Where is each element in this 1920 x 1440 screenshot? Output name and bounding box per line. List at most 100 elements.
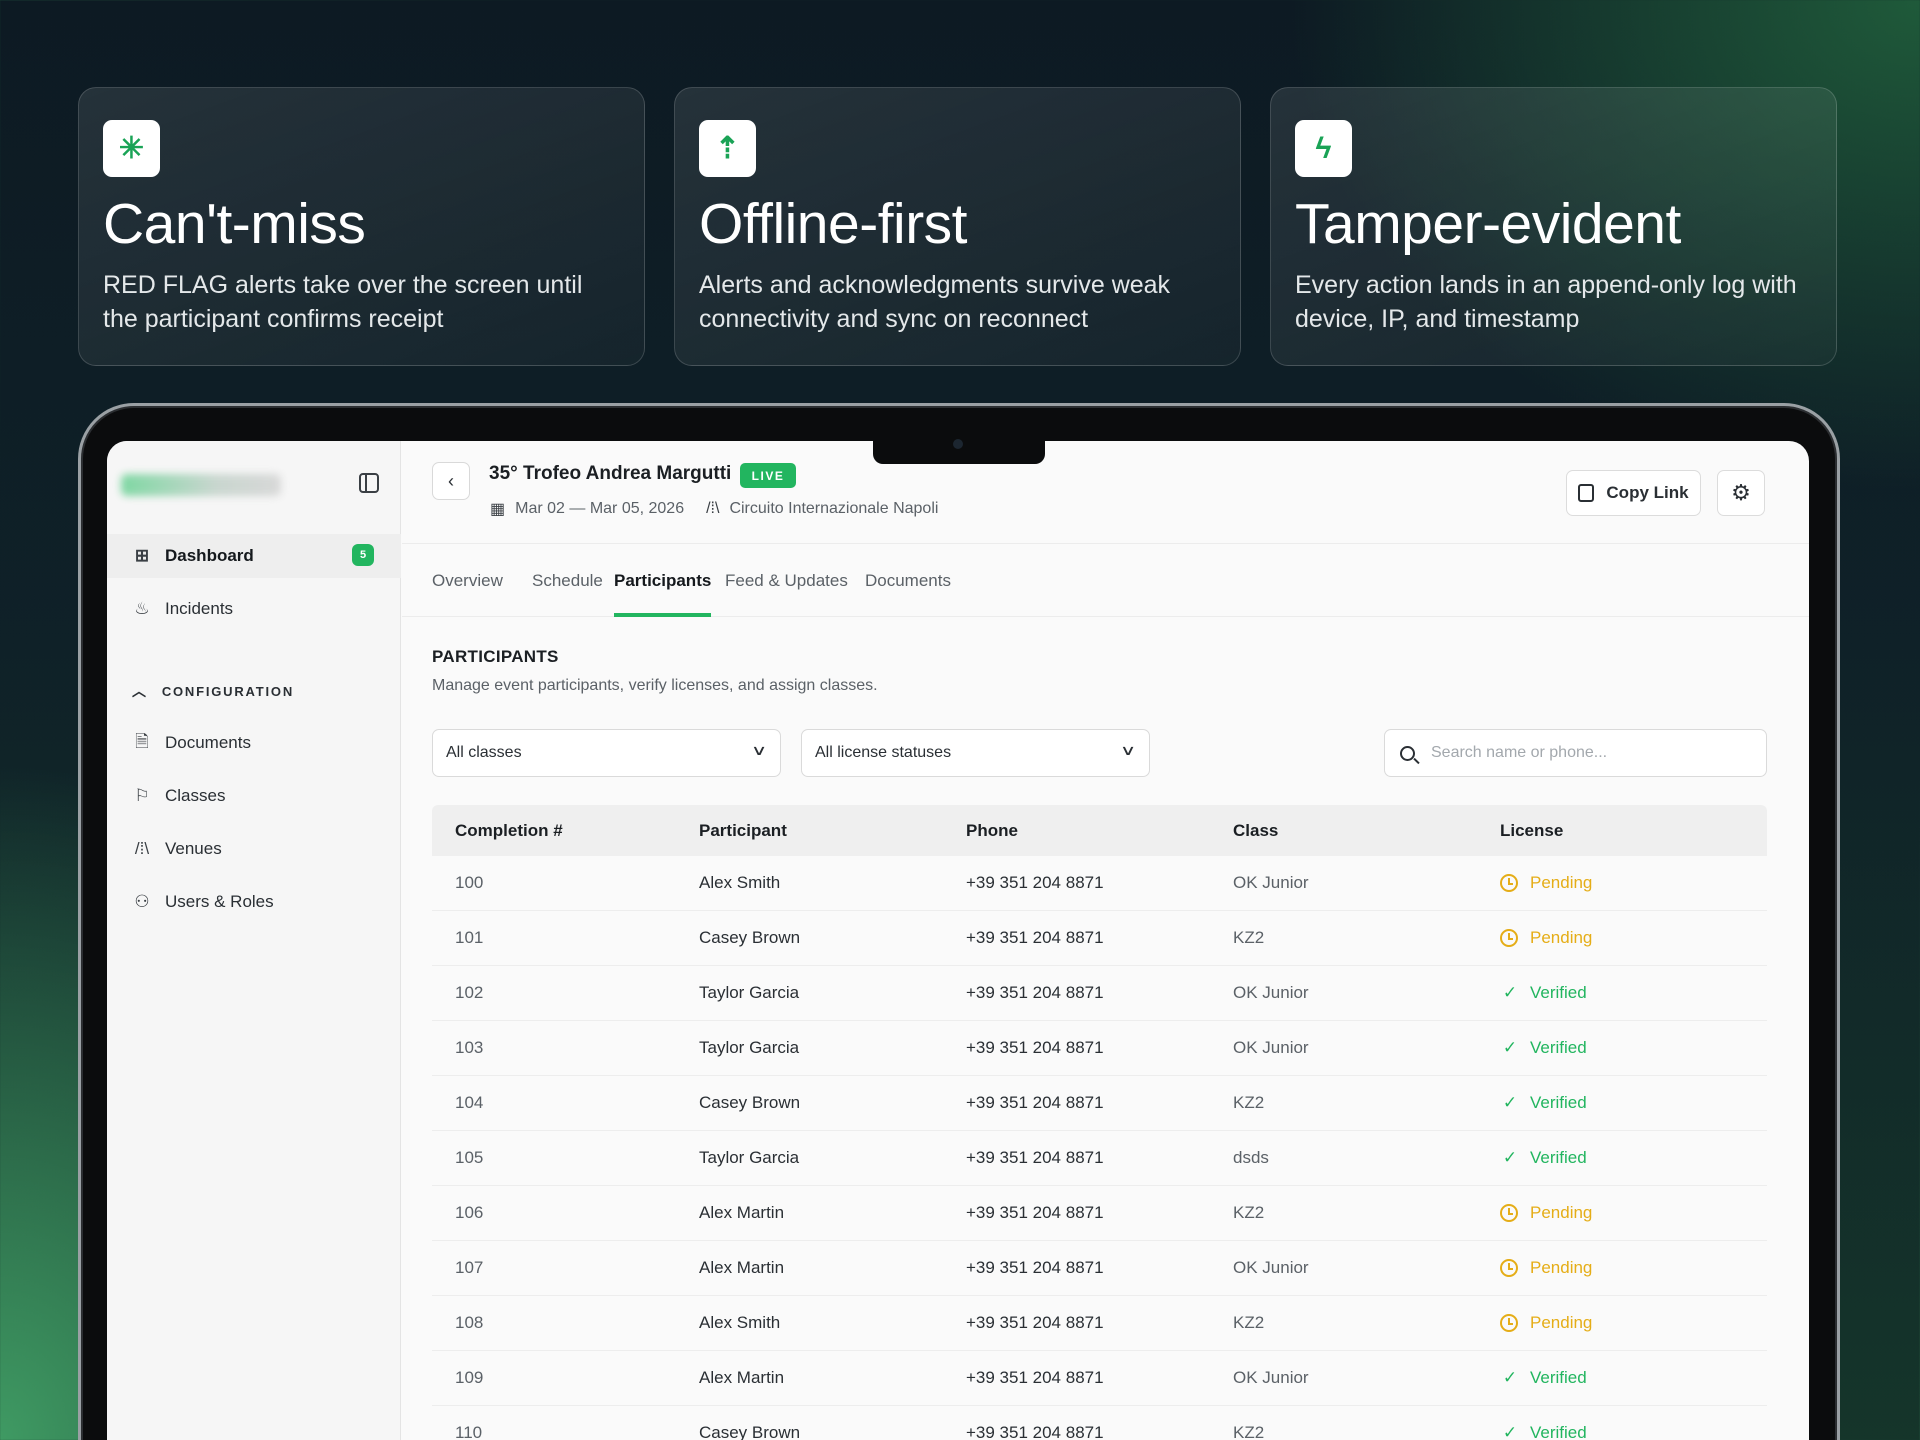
app-screen: ⊞ Dashboard 5 ♨ Incidents ︿ CONFIGURATIO…	[107, 441, 1809, 1440]
sidebar-item-label: Classes	[165, 786, 226, 805]
clock-icon	[1500, 1204, 1518, 1222]
class-cell: KZ2	[1233, 1313, 1265, 1332]
participant-name-cell: Alex Martin	[699, 1203, 785, 1222]
settings-button[interactable]: ⚙	[1717, 470, 1765, 516]
tab-overview[interactable]: Overview	[432, 544, 503, 617]
license-status-label: Verified	[1530, 983, 1587, 1002]
column-header-phone[interactable]: Phone	[966, 821, 1233, 841]
completion-number-cell: 108	[455, 1313, 484, 1332]
tab-participants[interactable]: Participants	[614, 544, 712, 617]
feature-card-offline-first: ⇡ Offline-first Alerts and acknowledgmen…	[674, 87, 1241, 366]
search-input[interactable]: Search name or phone...	[1384, 729, 1767, 777]
completion-number-cell: 102	[455, 983, 484, 1002]
license-status-label: Verified	[1530, 1148, 1587, 1167]
license-status-label: Pending	[1530, 1203, 1593, 1222]
chevron-up-icon: ︿	[132, 683, 148, 699]
table-row[interactable]: 110 Casey Brown +39 351 204 8871 KZ2 ✓ Verifi…	[432, 1406, 1767, 1440]
app-logo	[121, 474, 281, 496]
road-icon: /⁞\	[706, 500, 720, 517]
feature-card-cant-miss: ✳ Can't-miss RED FLAG alerts take over t…	[78, 87, 645, 366]
check-icon: ✓	[1502, 983, 1518, 1002]
completion-number-cell: 105	[455, 1148, 484, 1167]
asterisk-icon: ✳	[103, 120, 160, 177]
participant-name-cell: Alex Martin	[699, 1368, 785, 1387]
gear-icon: ⚙	[1731, 480, 1751, 505]
event-venue: Circuito Internazionale Napoli	[729, 500, 939, 517]
license-status-cell: Pending	[1500, 928, 1767, 948]
bolt-icon: ϟ	[1295, 120, 1352, 177]
calendar-icon: ▦	[490, 501, 506, 518]
column-header-license[interactable]: License	[1500, 821, 1767, 841]
table-row[interactable]: 100 Alex Smith +39 351 204 8871 OK Junior Pe…	[432, 856, 1767, 911]
table-row[interactable]: 101 Casey Brown +39 351 204 8871 KZ2 Pending	[432, 911, 1767, 966]
feature-description: Alerts and acknowledgments survive weak …	[699, 270, 1171, 333]
feature-description: RED FLAG alerts take over the screen unt…	[103, 270, 583, 333]
sidebar-item-users-roles[interactable]: ⚇ Users & Roles	[107, 880, 401, 924]
users-icon: ⚇	[134, 892, 150, 911]
sidebar-item-classes[interactable]: ⚐ Classes	[107, 774, 401, 818]
class-cell: KZ2	[1233, 928, 1265, 947]
license-status-cell: Pending	[1500, 1258, 1767, 1278]
license-status-cell: Pending	[1500, 1203, 1767, 1223]
tab-schedule[interactable]: Schedule	[532, 544, 603, 617]
completion-number-cell: 107	[455, 1258, 484, 1277]
event-title: 35° Trofeo Andrea Margutti	[489, 463, 732, 484]
copy-link-button[interactable]: Copy Link	[1566, 470, 1701, 516]
license-filter-select[interactable]: All license statuses ∨	[801, 729, 1150, 777]
copy-link-label: Copy Link	[1606, 483, 1689, 502]
participant-name-cell: Alex Martin	[699, 1258, 785, 1277]
sidebar-item-incidents[interactable]: ♨ Incidents	[107, 587, 401, 631]
count-badge: 5	[352, 544, 374, 566]
sidebar-item-documents[interactable]: 🗎 Documents	[107, 721, 401, 765]
clock-icon	[1500, 1259, 1518, 1277]
column-header-completion[interactable]: Completion #	[432, 821, 699, 841]
check-icon: ✓	[1502, 1368, 1518, 1387]
table-row[interactable]: 104 Casey Brown +39 351 204 8871 KZ2 ✓ Verifi…	[432, 1076, 1767, 1131]
tab-documents[interactable]: Documents	[865, 544, 951, 617]
license-status-cell: ✓ Verified	[1500, 1368, 1767, 1388]
section-subtitle: Manage event participants, verify licens…	[432, 677, 878, 694]
completion-number-cell: 100	[455, 873, 484, 892]
camera-notch	[873, 434, 1045, 464]
license-status-cell: ✓ Verified	[1500, 1093, 1767, 1113]
sidebar-item-venues[interactable]: /⁞\ Venues	[107, 827, 401, 871]
sidebar-item-label: Venues	[165, 839, 222, 858]
flame-icon: ♨	[134, 599, 150, 618]
participant-name-cell: Taylor Garcia	[699, 1148, 800, 1167]
table-row[interactable]: 102 Taylor Garcia +39 351 204 8871 OK Junio…	[432, 966, 1767, 1021]
back-button[interactable]: ‹	[432, 462, 470, 500]
participants-table: Completion # Participant Phone Class Lic…	[432, 805, 1767, 1440]
phone-cell: +39 351 204 8871	[966, 1093, 1104, 1112]
license-status-cell: ✓ Verified	[1500, 1038, 1767, 1058]
column-header-class[interactable]: Class	[1233, 821, 1500, 841]
collapse-sidebar-icon[interactable]	[359, 473, 379, 493]
table-row[interactable]: 107 Alex Martin +39 351 204 8871 OK Junior P…	[432, 1241, 1767, 1296]
search-placeholder: Search name or phone...	[1431, 744, 1608, 761]
class-filter-select[interactable]: All classes ∨	[432, 729, 781, 777]
phone-cell: +39 351 204 8871	[966, 1038, 1104, 1057]
class-cell: OK Junior	[1233, 873, 1309, 892]
sidebar-item-dashboard[interactable]: ⊞ Dashboard 5	[107, 534, 401, 578]
search-icon	[1400, 745, 1415, 761]
phone-cell: +39 351 204 8871	[966, 1313, 1104, 1332]
table-row[interactable]: 106 Alex Martin +39 351 204 8871 KZ2 Pending	[432, 1186, 1767, 1241]
phone-cell: +39 351 204 8871	[966, 1203, 1104, 1222]
table-row[interactable]: 108 Alex Smith +39 351 204 8871 KZ2 Pending	[432, 1296, 1767, 1351]
table-row[interactable]: 109 Alex Martin +39 351 204 8871 OK Junior ✓…	[432, 1351, 1767, 1406]
class-cell: OK Junior	[1233, 1258, 1309, 1277]
license-status-label: Verified	[1530, 1038, 1587, 1057]
grid-icon: ⊞	[134, 546, 150, 565]
section-configuration[interactable]: ︿ CONFIGURATION	[132, 681, 294, 701]
event-dates: Mar 02 — Mar 05, 2026	[515, 500, 685, 517]
table-row[interactable]: 103 Taylor Garcia +39 351 204 8871 OK Junio…	[432, 1021, 1767, 1076]
participant-name-cell: Casey Brown	[699, 1093, 801, 1112]
check-icon: ✓	[1502, 1093, 1518, 1112]
class-cell: OK Junior	[1233, 1038, 1309, 1057]
feature-title: Tamper-evident	[1295, 192, 1681, 256]
license-status-label: Verified	[1530, 1423, 1587, 1440]
tab-feed-updates[interactable]: Feed & Updates	[725, 544, 848, 617]
table-row[interactable]: 105 Taylor Garcia +39 351 204 8871 dsds ✓ Ver…	[432, 1131, 1767, 1186]
participant-name-cell: Taylor Garcia	[699, 1038, 800, 1057]
completion-number-cell: 109	[455, 1368, 484, 1387]
column-header-participant[interactable]: Participant	[699, 821, 966, 841]
